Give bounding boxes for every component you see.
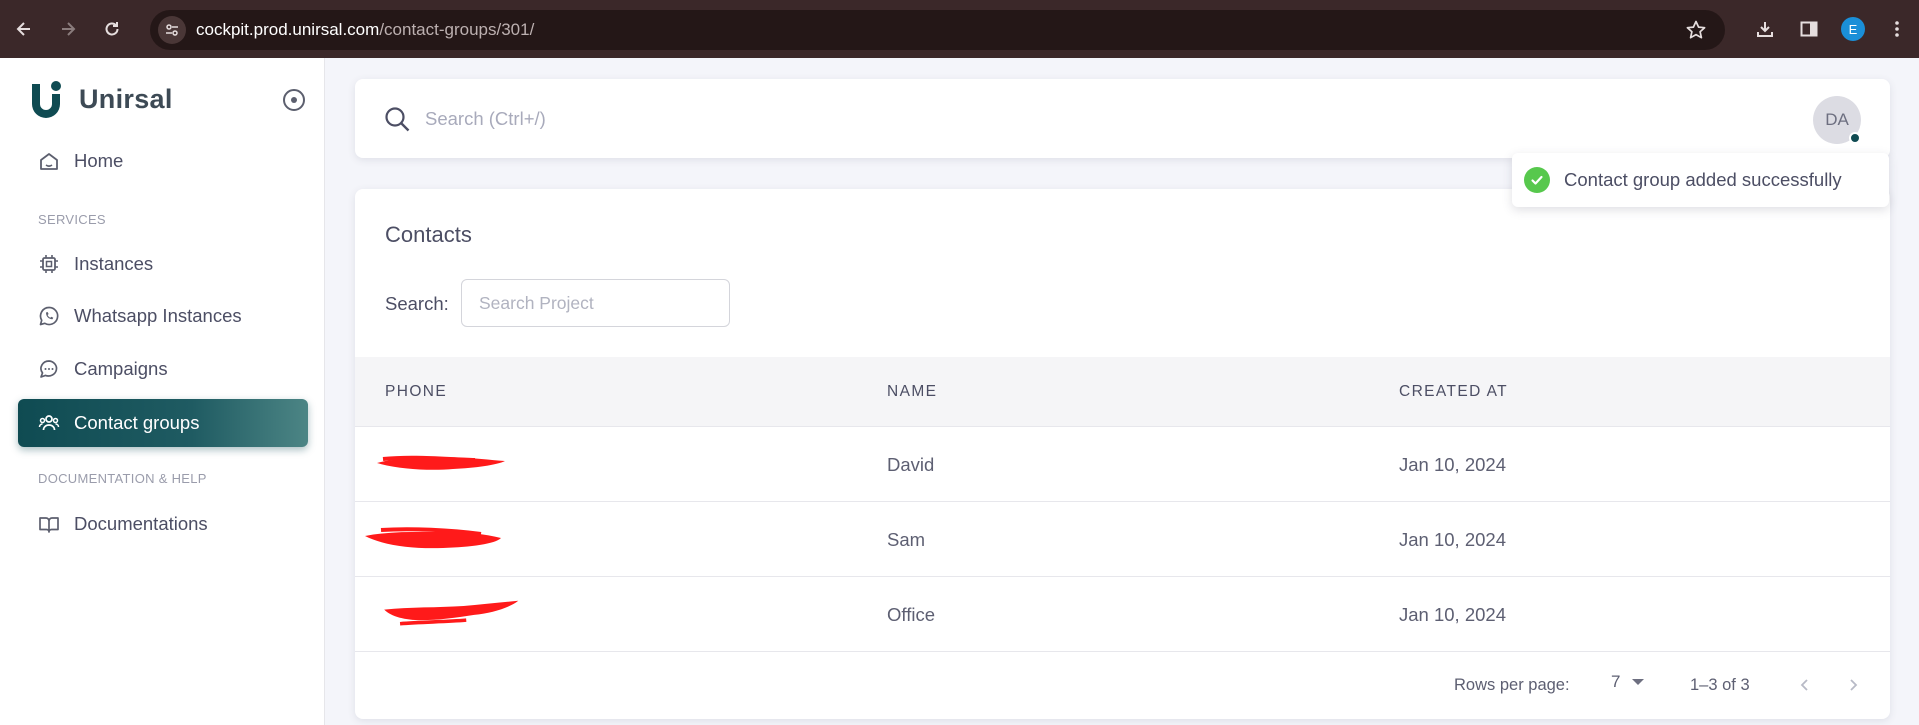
global-search-input[interactable] [425,99,1325,139]
table-pagination: Rows per page: 7 1–3 of 3 [355,652,1890,719]
users-icon [38,412,60,434]
side-panel-icon [1800,21,1818,37]
brand[interactable]: Unirsal [29,80,173,118]
sidebar-item-label: Home [74,150,124,171]
book-open-icon [38,513,60,535]
contact-created-at: Jan 10, 2024 [1399,454,1506,475]
column-header-phone[interactable]: PHONE [385,383,447,401]
contacts-card: Contacts Search: PHONE NAME CREATED AT D… [355,189,1890,719]
contact-name: David [887,454,935,475]
avatar-initials: DA [1825,110,1849,129]
sidebar-item-label: Contact groups [74,412,200,433]
address-bar[interactable]: cockpit.prod.unirsal.com/contact-groups/… [150,10,1725,50]
table-header: PHONE NAME CREATED AT [355,357,1890,427]
table-row[interactable]: David Jan 10, 2024 [355,427,1890,502]
downloads-button[interactable] [1743,9,1787,49]
sidebar-item-label: Documentations [74,513,208,534]
sidebar-item-instances[interactable]: Instances [18,240,308,288]
top-search-bar: DA [355,79,1890,158]
previous-page-button[interactable] [1788,668,1822,702]
reload-button[interactable] [92,9,132,49]
profile-button[interactable]: E [1831,9,1875,49]
redacted-phone [365,527,501,549]
contact-created-at: Jan 10, 2024 [1399,604,1506,625]
sidebar-item-contact-groups[interactable]: Contact groups [18,399,308,447]
section-label-documentation: DOCUMENTATION & HELP [38,471,207,486]
sidebar-item-label: Instances [74,253,154,274]
url-text: cockpit.prod.unirsal.com/contact-groups/… [196,20,534,40]
column-header-name[interactable]: NAME [887,383,937,401]
contact-name: Office [887,604,935,625]
rows-per-page-label: Rows per page: [1454,676,1570,694]
rows-per-page-select[interactable]: 7 [1611,672,1645,692]
sidebar: Unirsal Home SERVICES Instances Whatsapp… [0,58,325,725]
online-status-badge [1849,132,1861,144]
project-search-input[interactable] [461,279,730,327]
redacted-phone [377,455,505,470]
browser-menu-button[interactable] [1875,9,1919,49]
whatsapp-icon [38,305,60,327]
caret-down-icon [1632,679,1645,685]
user-avatar[interactable]: DA [1813,96,1861,144]
check-circle-icon [1524,167,1550,193]
unirsal-logo-icon [32,81,61,118]
profile-avatar: E [1841,17,1865,41]
sidebar-item-label: Whatsapp Instances [74,305,242,326]
contact-name: Sam [887,529,926,550]
sidebar-item-documentations[interactable]: Documentations [18,500,308,548]
url-host: cockpit.prod.unirsal.com [196,20,380,39]
success-toast[interactable]: Contact group added successfully [1512,153,1889,207]
search-icon[interactable] [383,105,411,133]
chip-icon [38,253,60,275]
search-label: Search: [385,293,449,314]
download-icon [1757,22,1773,37]
table-row[interactable]: Office Jan 10, 2024 [355,577,1890,652]
url-path: /contact-groups/301/ [379,20,535,39]
site-info-button[interactable] [158,16,186,44]
arrow-left-icon [16,22,30,36]
forward-button[interactable] [48,9,88,49]
chevron-right-icon [1850,679,1858,691]
tune-icon [166,24,178,36]
arrow-right-icon [62,22,76,36]
browser-toolbar: cockpit.prod.unirsal.com/contact-groups/… [0,0,1919,58]
section-label-services: SERVICES [38,212,106,227]
sidebar-collapse-button[interactable] [283,89,305,111]
sidebar-item-home[interactable]: Home [18,137,308,185]
rows-per-page-value: 7 [1611,672,1621,691]
more-vertical-icon [1895,21,1899,37]
pagination-range: 1–3 of 3 [1690,676,1750,694]
toast-message: Contact group added successfully [1564,169,1842,190]
next-page-button[interactable] [1836,668,1870,702]
bookmark-star-icon[interactable] [1685,19,1707,41]
radio-dot-icon [291,97,297,103]
chevron-left-icon [1800,679,1808,691]
chat-bubble-icon [38,358,60,380]
redacted-phone [384,600,519,626]
sidebar-item-label: Campaigns [74,358,168,379]
sidebar-item-whatsapp-instances[interactable]: Whatsapp Instances [18,292,308,340]
back-button[interactable] [4,9,44,49]
home-icon [38,150,60,172]
side-panel-button[interactable] [1787,9,1831,49]
brand-name: Unirsal [79,83,173,114]
column-header-created-at[interactable]: CREATED AT [1399,383,1508,401]
contact-created-at: Jan 10, 2024 [1399,529,1506,550]
reload-icon [105,22,119,36]
sidebar-item-campaigns[interactable]: Campaigns [18,345,308,393]
card-title: Contacts [385,222,472,247]
table-row[interactable]: Sam Jan 10, 2024 [355,502,1890,577]
